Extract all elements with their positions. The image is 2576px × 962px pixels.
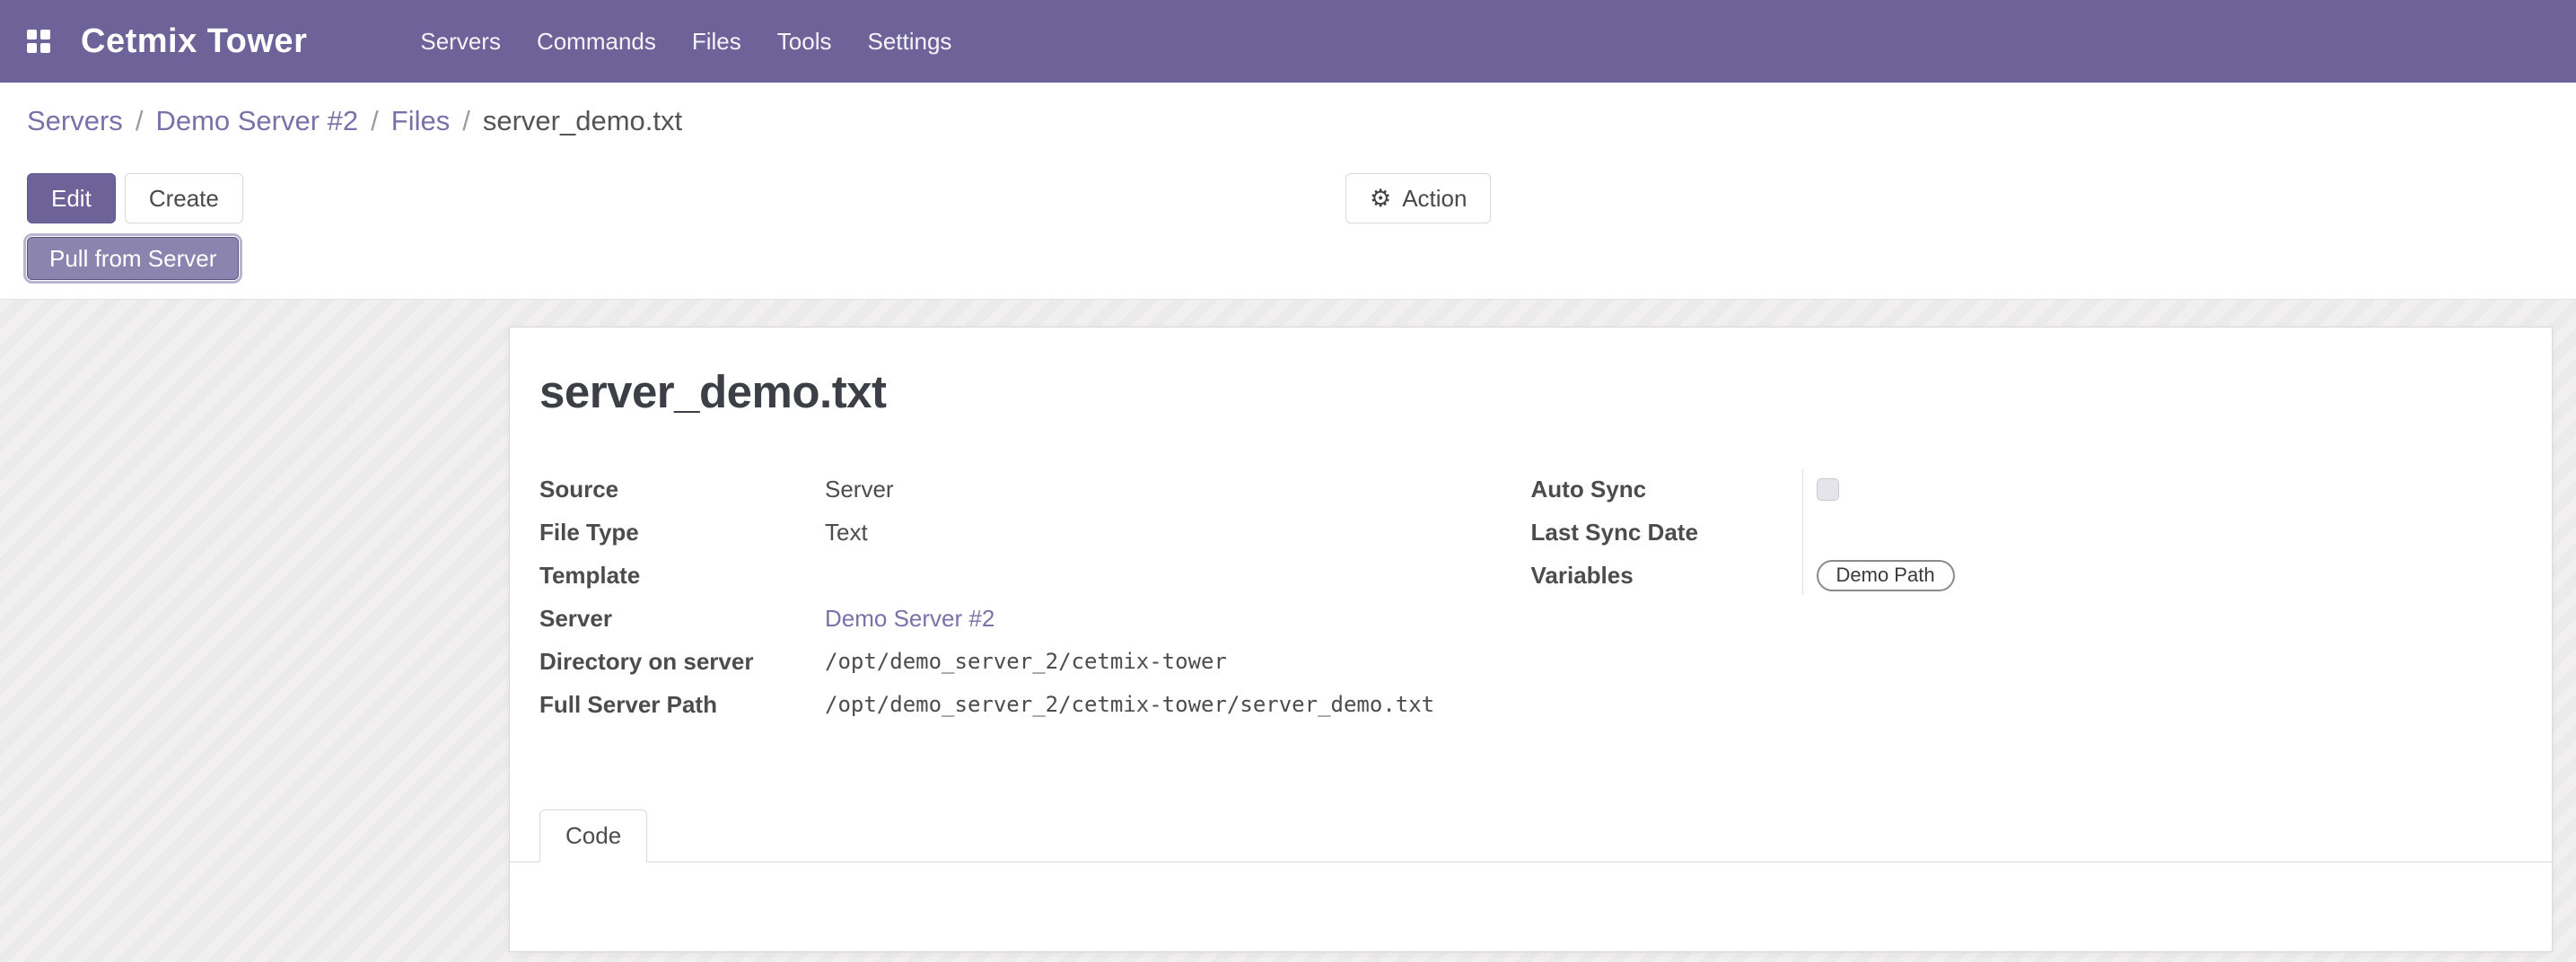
code-tab-content [539, 862, 2522, 951]
field-value-auto-sync [1817, 478, 2523, 501]
field-row-file-type: File Type Text [539, 511, 1531, 554]
breadcrumb-files[interactable]: Files [391, 105, 450, 137]
breadcrumb-separator: / [462, 105, 470, 137]
action-button[interactable]: ⚙ Action [1345, 173, 1491, 223]
workflow-buttons-row: Pull from Server [0, 237, 2576, 299]
field-row-template: Template [539, 554, 1531, 597]
menu-item-tools[interactable]: Tools [759, 0, 850, 83]
field-label-file-type: File Type [539, 519, 825, 547]
notebook: Code [539, 809, 2522, 862]
field-row-last-sync: Last Sync Date [1531, 511, 2523, 554]
tab-code[interactable]: Code [539, 809, 647, 862]
field-groups: Source Server File Type Text Template Se… [539, 468, 2522, 726]
field-label-auto-sync: Auto Sync [1531, 476, 1817, 503]
field-group-right: Auto Sync Last Sync Date Variables Demo … [1531, 468, 2523, 726]
field-label-directory: Directory on server [539, 648, 825, 676]
field-row-variables: Variables Demo Path [1531, 554, 2523, 597]
field-label-template: Template [539, 562, 825, 590]
field-value-full-path: /opt/demo_server_2/cetmix-tower/server_d… [825, 692, 1531, 717]
action-button-label: Action [1402, 185, 1467, 213]
breadcrumb-demo-server[interactable]: Demo Server #2 [155, 105, 358, 137]
menu-item-commands[interactable]: Commands [519, 0, 674, 83]
breadcrumb-separator: / [371, 105, 379, 137]
page-title: server_demo.txt [539, 365, 2522, 418]
field-value-variables: Demo Path [1817, 560, 2523, 591]
pull-from-server-button[interactable]: Pull from Server [27, 237, 239, 280]
breadcrumb: Servers / Demo Server #2 / Files / serve… [0, 83, 2576, 160]
breadcrumb-separator: / [136, 105, 144, 137]
field-label-last-sync: Last Sync Date [1531, 519, 1817, 547]
content-area: server_demo.txt Source Server File Type … [0, 300, 2576, 962]
field-row-auto-sync: Auto Sync [1531, 468, 2523, 511]
breadcrumb-servers[interactable]: Servers [27, 105, 123, 137]
brand-title[interactable]: Cetmix Tower [81, 22, 307, 61]
top-navbar: Cetmix Tower Servers Commands Files Tool… [0, 0, 2576, 83]
field-row-source: Source Server [539, 468, 1531, 511]
control-panel: Servers / Demo Server #2 / Files / serve… [0, 83, 2576, 300]
buttons-row: Edit Create ⚙ Action [0, 160, 2576, 237]
field-value-server: Demo Server #2 [825, 605, 1531, 633]
menu-item-settings[interactable]: Settings [849, 0, 969, 83]
field-value-source: Server [825, 476, 1531, 503]
breadcrumb-current: server_demo.txt [483, 105, 682, 137]
group-divider [1802, 469, 1803, 595]
field-row-server: Server Demo Server #2 [539, 597, 1531, 640]
server-link[interactable]: Demo Server #2 [825, 605, 994, 632]
field-group-left: Source Server File Type Text Template Se… [539, 468, 1531, 726]
field-row-full-path: Full Server Path /opt/demo_server_2/cetm… [539, 683, 1531, 726]
field-value-directory: /opt/demo_server_2/cetmix-tower [825, 649, 1531, 674]
tab-strip: Code [510, 809, 2552, 862]
menu-item-servers[interactable]: Servers [402, 0, 519, 83]
apps-menu-icon[interactable] [27, 30, 50, 53]
variable-tag: Demo Path [1817, 560, 1955, 591]
main-menu: Servers Commands Files Tools Settings [402, 0, 969, 83]
field-value-file-type: Text [825, 519, 1531, 547]
field-label-full-path: Full Server Path [539, 691, 825, 719]
create-button[interactable]: Create [125, 173, 243, 223]
field-label-variables: Variables [1531, 562, 1817, 590]
edit-button[interactable]: Edit [27, 173, 116, 223]
auto-sync-checkbox[interactable] [1817, 478, 1839, 501]
gear-icon: ⚙ [1370, 187, 1391, 211]
form-sheet: server_demo.txt Source Server File Type … [509, 327, 2553, 952]
field-label-server: Server [539, 605, 825, 633]
field-row-directory: Directory on server /opt/demo_server_2/c… [539, 640, 1531, 683]
field-label-source: Source [539, 476, 825, 503]
menu-item-files[interactable]: Files [674, 0, 759, 83]
